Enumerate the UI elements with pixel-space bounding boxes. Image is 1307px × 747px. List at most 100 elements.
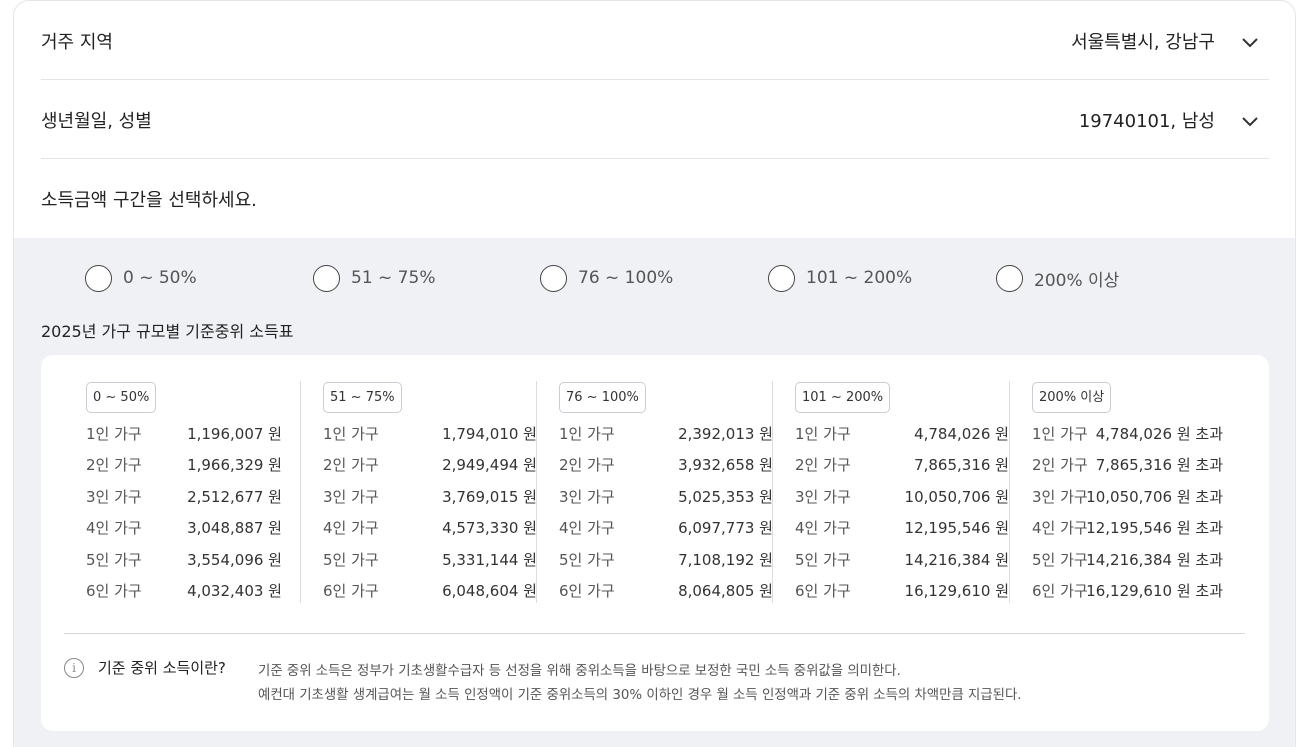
- income-amount: 14,216,384 원: [904, 551, 1009, 569]
- household-label: 3인 가구: [795, 488, 851, 506]
- income-form-card: 거주 지역 서울특별시, 강남구 생년월일, 성별 19740101, 남성 소…: [13, 0, 1296, 747]
- info-icon: i: [64, 658, 84, 678]
- household-label: 5인 가구: [86, 551, 142, 569]
- household-label: 6인 가구: [86, 582, 142, 600]
- radio-income-0-50[interactable]: 0 ~ 50%: [85, 264, 197, 292]
- radio-label: 101 ~ 200%: [806, 268, 913, 288]
- income-amount: 4,573,330 원: [442, 519, 537, 537]
- household-label: 3인 가구: [86, 488, 142, 506]
- info-text-line-1: 기준 중위 소득은 정부가 기초생활수급자 등 선정을 위해 중위소득을 바탕으…: [258, 664, 901, 679]
- income-amount: 10,050,706 원 초과: [1086, 488, 1223, 506]
- income-amount: 12,195,546 원: [904, 519, 1009, 537]
- household-label: 5인 가구: [559, 551, 615, 569]
- household-label: 3인 가구: [559, 488, 615, 506]
- radio-circle-icon[interactable]: [540, 264, 567, 292]
- household-label: 5인 가구: [1032, 551, 1088, 569]
- household-label: 4인 가구: [795, 519, 851, 537]
- chevron-down-icon[interactable]: [1239, 31, 1261, 53]
- household-label: 2인 가구: [795, 456, 851, 474]
- region-label: 거주 지역: [41, 32, 113, 53]
- income-amount: 6,048,604 원: [442, 582, 537, 600]
- table-column-76-100: 76 ~ 100% 1인 가구 2,392,013 원 2인 가구 3,932,…: [536, 381, 773, 603]
- household-label: 6인 가구: [795, 582, 851, 600]
- radio-income-200-over[interactable]: 200% 이상: [996, 264, 1119, 292]
- income-amount: 4,784,026 원 초과: [1095, 425, 1223, 443]
- region-value[interactable]: 서울특별시, 강남구: [1071, 28, 1215, 54]
- household-label: 2인 가구: [559, 456, 615, 474]
- income-amount: 5,331,144 원: [442, 551, 537, 569]
- household-label: 4인 가구: [323, 519, 379, 537]
- radio-label: 0 ~ 50%: [123, 268, 197, 288]
- income-amount: 8,064,805 원: [678, 582, 773, 600]
- income-amount: 6,097,773 원: [678, 519, 773, 537]
- range-badge: 200% 이상: [1032, 382, 1112, 413]
- radio-label: 76 ~ 100%: [578, 268, 674, 288]
- table-column-101-200: 101 ~ 200% 1인 가구 4,784,026 원 2인 가구 7,865…: [772, 381, 1009, 603]
- income-amount: 4,784,026 원: [914, 425, 1009, 443]
- income-amount: 4,032,403 원: [187, 582, 282, 600]
- income-amount: 5,025,353 원: [678, 488, 773, 506]
- radio-circle-icon[interactable]: [768, 264, 795, 292]
- household-label: 2인 가구: [323, 456, 379, 474]
- household-label: 1인 가구: [86, 425, 142, 443]
- median-income-table-title: 2025년 가구 규모별 기준중위 소득표: [41, 322, 294, 341]
- household-label: 4인 가구: [1032, 519, 1088, 537]
- income-amount: 2,392,013 원: [678, 425, 773, 443]
- household-label: 2인 가구: [86, 456, 142, 474]
- household-label: 6인 가구: [1032, 582, 1088, 600]
- table-column-51-75: 51 ~ 75% 1인 가구 1,794,010 원 2인 가구 2,949,4…: [300, 381, 537, 603]
- income-amount: 1,196,007 원: [187, 425, 282, 443]
- birth-gender-row[interactable]: 생년월일, 성별 19740101, 남성: [41, 80, 1269, 159]
- household-label: 6인 가구: [559, 582, 615, 600]
- income-amount: 16,129,610 원 초과: [1086, 582, 1223, 600]
- household-label: 2인 가구: [1032, 456, 1088, 474]
- household-label: 1인 가구: [323, 425, 379, 443]
- household-label: 1인 가구: [795, 425, 851, 443]
- info-text-line-2: 예컨대 기초생활 생계급여는 월 소득 인정액이 기준 중위소득의 30% 이하…: [258, 688, 1022, 703]
- income-amount: 3,554,096 원: [187, 551, 282, 569]
- radio-income-51-75[interactable]: 51 ~ 75%: [313, 264, 435, 292]
- income-range-prompt: 소득금액 구간을 선택하세요.: [41, 190, 257, 211]
- household-label: 3인 가구: [1032, 488, 1088, 506]
- range-badge: 76 ~ 100%: [559, 382, 646, 413]
- birth-gender-value[interactable]: 19740101, 남성: [1079, 107, 1215, 133]
- radio-label: 51 ~ 75%: [351, 268, 436, 288]
- range-badge: 101 ~ 200%: [795, 382, 891, 413]
- radio-income-101-200[interactable]: 101 ~ 200%: [768, 264, 912, 292]
- range-badge: 51 ~ 75%: [323, 382, 402, 413]
- income-range-section: 0 ~ 50% 51 ~ 75% 76 ~ 100% 101 ~ 200% 20…: [14, 238, 1295, 747]
- income-amount: 7,865,316 원 초과: [1095, 456, 1223, 474]
- birth-gender-label: 생년월일, 성별: [41, 111, 152, 132]
- table-column-0-50: 0 ~ 50% 1인 가구 1,196,007 원 2인 가구 1,966,32…: [86, 381, 323, 603]
- radio-circle-icon[interactable]: [313, 264, 340, 292]
- income-amount: 7,108,192 원: [678, 551, 773, 569]
- income-amount: 16,129,610 원: [904, 582, 1009, 600]
- household-label: 3인 가구: [323, 488, 379, 506]
- income-amount: 7,865,316 원: [914, 456, 1009, 474]
- radio-income-76-100[interactable]: 76 ~ 100%: [540, 264, 673, 292]
- income-amount: 3,769,015 원: [442, 488, 537, 506]
- range-badge: 0 ~ 50%: [86, 382, 157, 413]
- income-amount: 1,966,329 원: [187, 456, 282, 474]
- info-title: 기준 중위 소득이란?: [98, 659, 226, 677]
- income-amount: 3,932,658 원: [678, 456, 773, 474]
- income-amount: 1,794,010 원: [442, 425, 537, 443]
- chevron-down-icon[interactable]: [1239, 110, 1261, 132]
- region-row[interactable]: 거주 지역 서울특별시, 강남구: [41, 1, 1269, 80]
- household-label: 4인 가구: [86, 519, 142, 537]
- income-amount: 2,949,494 원: [442, 456, 537, 474]
- income-amount: 3,048,887 원: [187, 519, 282, 537]
- household-label: 5인 가구: [323, 551, 379, 569]
- income-amount: 14,216,384 원 초과: [1086, 551, 1223, 569]
- radio-circle-icon[interactable]: [85, 264, 112, 292]
- radio-label: 200% 이상: [1034, 270, 1120, 291]
- household-label: 5인 가구: [795, 551, 851, 569]
- radio-circle-icon[interactable]: [996, 264, 1023, 292]
- income-amount: 2,512,677 원: [187, 488, 282, 506]
- household-label: 4인 가구: [559, 519, 615, 537]
- table-column-200-over: 200% 이상 1인 가구 4,784,026 원 초과 2인 가구 7,865…: [1009, 381, 1234, 603]
- median-income-table: 0 ~ 50% 1인 가구 1,196,007 원 2인 가구 1,966,32…: [41, 355, 1269, 731]
- income-amount: 10,050,706 원: [904, 488, 1009, 506]
- household-label: 6인 가구: [323, 582, 379, 600]
- household-label: 1인 가구: [1032, 425, 1088, 443]
